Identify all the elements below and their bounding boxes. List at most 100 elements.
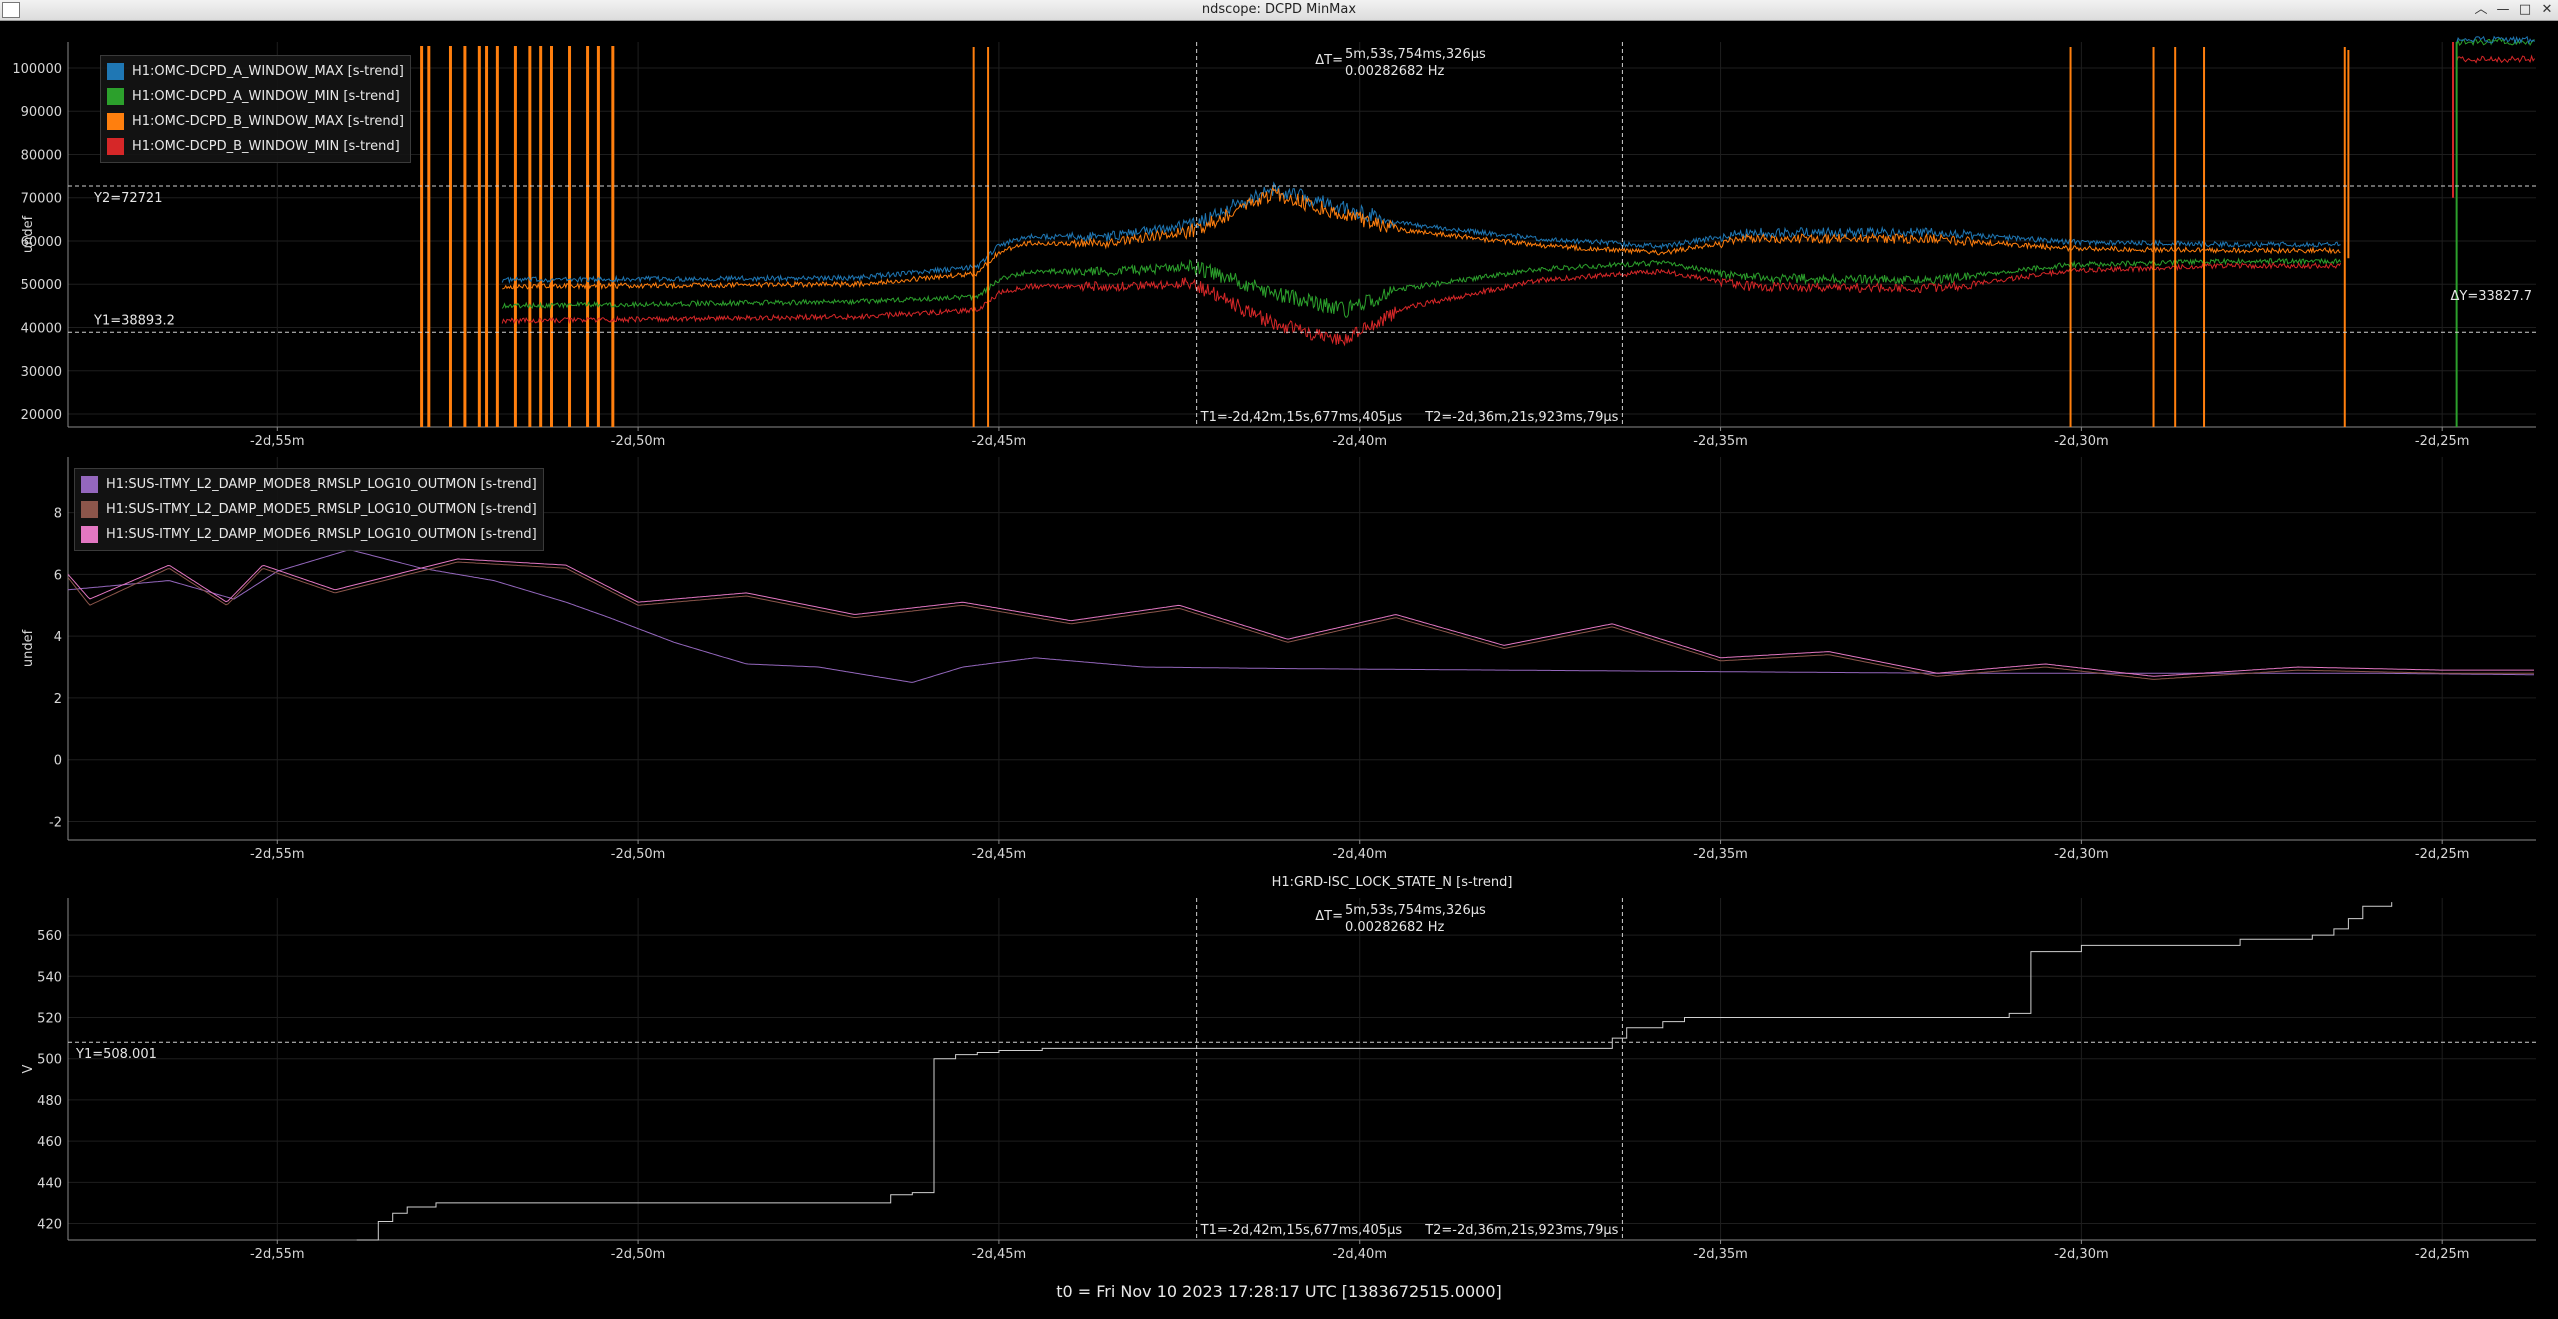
x-tick-label: -2d,30m (2054, 1247, 2109, 1262)
y-tick-label: 480 (37, 1094, 62, 1109)
legend-label: H1:OMC-DCPD_A_WINDOW_MIN [s-trend] (132, 89, 400, 104)
plot-omc-dcpd[interactable]: 100000 90000 80000 70000 60000 50000 40000 3000… (0, 20, 2558, 450)
minimize-button[interactable]: — (2492, 0, 2514, 20)
y-axis-label: undef (21, 215, 36, 253)
x-tick-label: -2d,55m (250, 847, 305, 860)
cursor-t1-label: T1=-2d,42m,15s,677ms,405µs (1200, 410, 1403, 425)
legend-item: H1:SUS-ITMY_L2_DAMP_MODE6_RMSLP_LOG10_OU… (81, 522, 537, 547)
x-tick-label: -2d,30m (2054, 434, 2109, 449)
y-tick-label: 540 (37, 970, 62, 985)
y-axis-label: V (21, 1064, 36, 1073)
y-tick-label: 4 (54, 630, 62, 645)
x-tick-label: -2d,45m (972, 1247, 1027, 1262)
series-line (67, 561, 2534, 680)
x-tick-label: -2d,30m (2054, 847, 2109, 860)
y-tick-label: 80000 (21, 148, 62, 163)
y-tick-label: 6 (54, 568, 62, 583)
cursor-t2-label: T2=-2d,36m,21s,923ms,79µs (1424, 1223, 1618, 1238)
x-tick-label: -2d,50m (611, 847, 666, 860)
x-tick-label: -2d,40m (1332, 1247, 1387, 1262)
y-tick-label: 520 (37, 1011, 62, 1026)
x-tick-label: -2d,35m (1693, 847, 1748, 860)
y-tick-label: 0 (54, 754, 62, 769)
legend-label: H1:OMC-DCPD_B_WINDOW_MAX [s-trend] (132, 114, 404, 129)
y-tick-label: 100000 (12, 62, 62, 77)
legend-omc-dcpd: H1:OMC-DCPD_A_WINDOW_MAX [s-trend] H1:OM… (100, 55, 411, 163)
plot-grd-isc-lock[interactable]: 560 540 520 500 480 460 440 420 -2d,55m -2d,50m -2… (0, 868, 2558, 1273)
delta-t-frequency: 0.00282682 Hz (1345, 64, 1444, 79)
close-button[interactable]: ✕ (2536, 0, 2558, 20)
x-tick-label: -2d,55m (250, 1247, 305, 1262)
plot-sus-itmy[interactable]: 8 6 4 2 0 -2 -2d,55m -2d,50m -2d,45m -2d,40m -2d,3… (0, 455, 2558, 860)
cursor-t2-label: T2=-2d,36m,21s,923ms,79µs (1424, 410, 1618, 425)
cursor-t1-label: T1=-2d,42m,15s,677ms,405µs (1200, 1223, 1403, 1238)
y-tick-label: 8 (54, 507, 62, 522)
x-tick-label: -2d,45m (972, 434, 1027, 449)
y-tick-label: 20000 (21, 408, 62, 423)
x-tick-label: -2d,25m (2415, 847, 2470, 860)
y-tick-label: 90000 (21, 105, 62, 120)
legend-item: H1:OMC-DCPD_A_WINDOW_MIN [s-trend] (107, 84, 404, 109)
y-tick-label: 2 (54, 692, 62, 707)
window-menu-icon[interactable] (2, 2, 20, 18)
plot-grd-isc-lock-canvas[interactable]: 560 540 520 500 480 460 440 420 -2d,55m -2d,50m -2… (0, 868, 2558, 1273)
legend-item: H1:SUS-ITMY_L2_DAMP_MODE5_RMSLP_LOG10_OU… (81, 497, 537, 522)
x-tick-label: -2d,50m (611, 434, 666, 449)
delta-t-frequency: 0.00282682 Hz (1345, 920, 1444, 935)
legend-item: H1:SUS-ITMY_L2_DAMP_MODE8_RMSLP_LOG10_OU… (81, 472, 537, 497)
legend-swatch (107, 138, 124, 155)
legend-label: H1:SUS-ITMY_L2_DAMP_MODE8_RMSLP_LOG10_OU… (106, 477, 537, 492)
legend-swatch (81, 526, 98, 543)
maximize-button[interactable]: □ (2514, 0, 2536, 20)
x-tick-label: -2d,35m (1693, 1247, 1748, 1262)
x-tick-label: -2d,45m (972, 847, 1027, 860)
legend-swatch (107, 63, 124, 80)
x-tick-label: -2d,40m (1332, 847, 1387, 860)
legend-swatch (81, 501, 98, 518)
delta-t-symbol: ΔT= (1315, 53, 1343, 68)
legend-swatch (81, 476, 98, 493)
legend-label: H1:SUS-ITMY_L2_DAMP_MODE6_RMSLP_LOG10_OU… (106, 527, 537, 542)
y-tick-label: 500 (37, 1053, 62, 1068)
x-tick-label: -2d,50m (611, 1247, 666, 1262)
series-line-high (2456, 54, 2536, 64)
y-tick-label: 440 (37, 1176, 62, 1191)
y-tick-label: -2 (49, 815, 62, 830)
x-tick-label: -2d,55m (250, 434, 305, 449)
legend-item: H1:OMC-DCPD_A_WINDOW_MAX [s-trend] (107, 59, 404, 84)
keep-above-button[interactable]: ︿ (2470, 0, 2492, 20)
window-title-bar: ndscope: DCPD MinMax ︿ — □ ✕ (0, 0, 2558, 21)
y-tick-label: 50000 (21, 278, 62, 293)
delta-t-value: 5m,53s,754ms,326µs (1345, 903, 1486, 918)
delta-y-label: ΔY=33827.7 (2451, 289, 2533, 304)
delta-t-value: 5m,53s,754ms,326µs (1345, 47, 1486, 62)
cursor-y2-label: Y2=72721 (93, 191, 162, 206)
window-title: ndscope: DCPD MinMax (1201, 2, 1357, 17)
legend-item: H1:OMC-DCPD_B_WINDOW_MIN [s-trend] (107, 134, 404, 159)
y-tick-label: 30000 (21, 365, 62, 380)
series-line (502, 186, 2341, 291)
y-axis-label: undef (21, 629, 36, 667)
y-tick-label: 70000 (21, 192, 62, 207)
legend-swatch (107, 113, 124, 130)
legend-label: H1:OMC-DCPD_B_WINDOW_MIN [s-trend] (132, 139, 400, 154)
cursor-y1-label: Y1=508.001 (75, 1047, 157, 1062)
y-tick-label: 560 (37, 929, 62, 944)
x-tick-label: -2d,25m (2415, 1247, 2470, 1262)
y-tick-label: 460 (37, 1135, 62, 1150)
plot-title: H1:GRD-ISC_LOCK_STATE_N [s-trend] (1272, 875, 1513, 890)
legend-swatch (107, 88, 124, 105)
cursor-y1-label: Y1=38893.2 (93, 313, 175, 328)
delta-t-symbol: ΔT= (1315, 909, 1343, 924)
legend-label: H1:SUS-ITMY_L2_DAMP_MODE5_RMSLP_LOG10_OU… (106, 502, 537, 517)
series-line (67, 549, 2534, 683)
x-tick-label: -2d,40m (1332, 434, 1387, 449)
legend-label: H1:OMC-DCPD_A_WINDOW_MAX [s-trend] (132, 64, 404, 79)
series-line (501, 257, 2342, 318)
y-tick-label: 420 (37, 1218, 62, 1233)
legend-item: H1:OMC-DCPD_B_WINDOW_MAX [s-trend] (107, 109, 404, 134)
y-tick-label: 40000 (21, 322, 62, 337)
series-line (356, 902, 2393, 1241)
x-tick-label: -2d,25m (2415, 434, 2470, 449)
t0-label: t0 = Fri Nov 10 2023 17:28:17 UTC [13836… (1056, 1282, 1502, 1301)
